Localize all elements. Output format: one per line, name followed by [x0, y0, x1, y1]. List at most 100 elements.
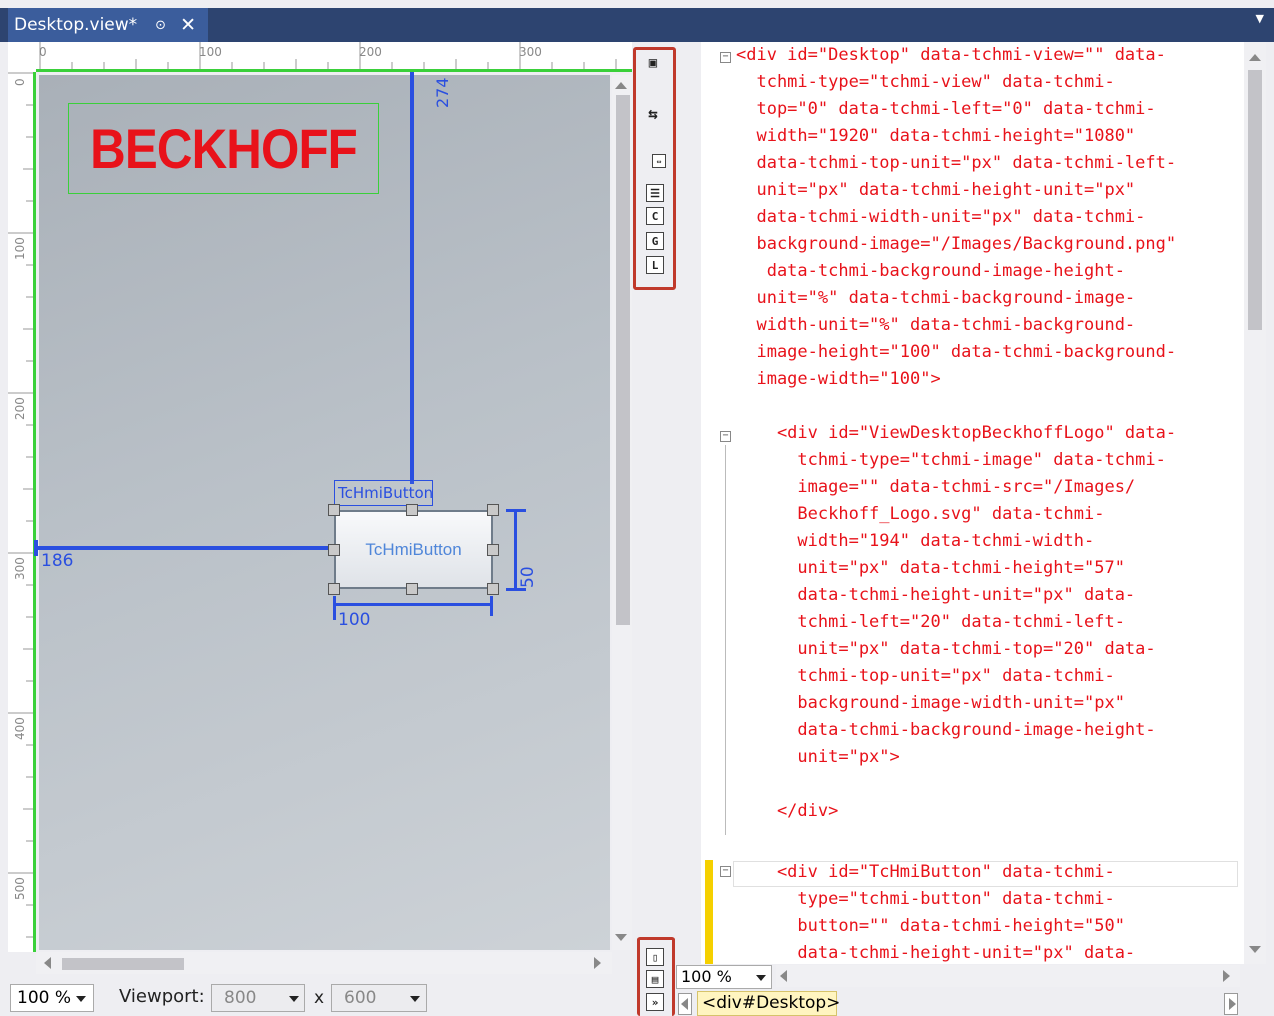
ruler-top-label: 0 — [39, 45, 47, 59]
code-line: data-tchmi-background-image-height- — [736, 261, 1125, 281]
scroll-left-icon — [681, 998, 688, 1010]
design-vertical-scroll-thumb[interactable] — [616, 95, 630, 625]
code-line: unit="%" data-tchmi-background-image- — [736, 288, 1136, 308]
design-zoom-value: 100 % — [17, 988, 72, 1008]
ruler-left: 0 100 200 300 400 500 — [8, 72, 36, 952]
scroll-up-icon[interactable] — [1249, 54, 1261, 61]
code-line: <div id="TcHmiButton" data-tchmi- — [736, 862, 1115, 882]
change-marker — [705, 860, 713, 964]
code-line: data-tchmi-height-unit="px" data- — [736, 585, 1136, 605]
code-zoom-value: 100 % — [681, 967, 732, 986]
code-line: tchmi-type="tchmi-view" data-tchmi- — [736, 72, 1115, 92]
code-line: data-tchmi-background-image-height- — [736, 720, 1156, 740]
ruler-top-label: 300 — [519, 45, 542, 59]
code-vertical-scroll-thumb[interactable] — [1248, 70, 1262, 330]
code-line: unit="px" data-tchmi-height-unit="px" — [736, 180, 1136, 200]
fold-guide — [725, 445, 726, 835]
ruler-top-label: 200 — [359, 45, 382, 59]
code-line: data-tchmi-top-unit="px" data-tchmi-left… — [736, 153, 1177, 173]
code-line: width="1920" data-tchmi-height="1080" — [736, 126, 1136, 146]
resize-handle[interactable] — [328, 583, 340, 595]
breadcrumb[interactable]: <div#Desktop> — [697, 991, 841, 1016]
viewport-label: Viewport: — [119, 986, 205, 1007]
resize-handle[interactable] — [487, 504, 499, 516]
ruler-left-label: 400 — [13, 717, 27, 740]
tab-title: Desktop.view* — [14, 15, 138, 35]
code-line: width="194" data-tchmi-width- — [736, 531, 1095, 551]
tchmi-button-control[interactable]: TcHmiButton — [334, 510, 493, 589]
code-line: </div> — [736, 801, 839, 821]
design-canvas[interactable] — [39, 75, 610, 950]
ruler-top-label: 100 — [199, 45, 222, 59]
ruler-left-label: 0 — [13, 78, 27, 86]
chevron-down-icon[interactable] — [410, 996, 420, 1002]
width-guide-cap — [490, 596, 493, 616]
code-line: background-image="/Images/Background.png… — [736, 234, 1177, 254]
chevron-down-icon[interactable] — [289, 996, 299, 1002]
code-line: tchmi-top-unit="px" data-tchmi- — [736, 666, 1115, 686]
code-line: top="0" data-tchmi-left="0" data-tchmi- — [736, 99, 1156, 119]
code-line: image="" data-tchmi-src="/Images/ — [736, 477, 1136, 497]
beckhoff-logo[interactable]: BECKHOFF — [68, 103, 379, 194]
ruler-left-ticks — [8, 72, 33, 938]
code-horizontal-scrollbar[interactable] — [776, 965, 1240, 987]
ruler-top-ticks — [39, 42, 617, 69]
code-line: type="tchmi-button" data-tchmi- — [736, 889, 1115, 909]
viewport-width-value: 800 — [224, 988, 257, 1008]
code-line: <div id="ViewDesktopBeckhoffLogo" data- — [736, 423, 1177, 443]
close-icon[interactable]: ✕ — [180, 14, 196, 36]
code-line: Beckhoff_Logo.svg" data-tchmi- — [736, 504, 1105, 524]
height-guide-cap — [506, 588, 526, 591]
scroll-left-icon[interactable] — [44, 957, 51, 969]
code-gutter — [701, 42, 731, 964]
code-line: tchmi-left="20" data-tchmi-left- — [736, 612, 1125, 632]
width-guide — [333, 603, 493, 606]
code-line: unit="px"> — [736, 747, 900, 767]
scroll-down-icon[interactable] — [1249, 946, 1261, 953]
fold-toggle-icon[interactable]: − — [720, 431, 731, 442]
top-distance-label: 274 — [433, 77, 452, 108]
scroll-right-icon[interactable] — [594, 957, 601, 969]
pin-icon[interactable]: ⊙ — [155, 18, 166, 33]
top-strip — [0, 0, 1274, 8]
ruler-corner — [8, 42, 36, 72]
tab-dropdown-icon[interactable]: ▼ — [1256, 12, 1264, 25]
ruler-left-label: 300 — [13, 557, 27, 580]
width-guide-cap — [333, 596, 336, 620]
resize-handle[interactable] — [487, 583, 499, 595]
code-line: unit="px" data-tchmi-top="20" data- — [736, 639, 1156, 659]
code-line: data-tchmi-width-unit="px" data-tchmi- — [736, 207, 1146, 227]
resize-handle[interactable] — [487, 544, 499, 556]
height-guide-cap — [506, 509, 526, 512]
code-line: image-width="100"> — [736, 369, 941, 389]
code-line: button="" data-tchmi-height="50" — [736, 916, 1125, 936]
resize-handle[interactable] — [328, 504, 340, 516]
code-line: tchmi-type="tchmi-image" data-tchmi- — [736, 450, 1166, 470]
scroll-right-icon[interactable] — [1223, 970, 1230, 982]
code-line: image-height="100" data-tchmi-background… — [736, 342, 1177, 362]
design-horizontal-scroll-thumb[interactable] — [62, 958, 184, 970]
ruler-left-label: 100 — [13, 237, 27, 260]
chevron-down-icon[interactable] — [76, 996, 86, 1002]
code-line: background-image-width-unit="px" — [736, 693, 1125, 713]
height-guide — [514, 510, 517, 590]
viewport-height-value: 600 — [344, 988, 377, 1008]
resize-handle[interactable] — [406, 583, 418, 595]
fold-toggle-icon[interactable]: − — [720, 52, 731, 63]
fold-toggle-icon[interactable]: − — [720, 866, 731, 877]
left-distance-label: 186 — [41, 551, 74, 571]
scroll-left-icon[interactable] — [780, 970, 787, 982]
resize-handle[interactable] — [406, 504, 418, 516]
scroll-down-icon[interactable] — [615, 934, 627, 941]
code-line: <div id="Desktop" data-tchmi-view="" dat… — [736, 45, 1166, 65]
chevron-down-icon[interactable] — [756, 975, 766, 981]
scroll-right-icon — [1229, 998, 1236, 1010]
button-caption: TcHmiButton — [365, 539, 462, 559]
tab-desktop-view[interactable]: Desktop.view* ⊙ ✕ — [8, 8, 208, 42]
breadcrumb-label: <div#Desktop> — [702, 993, 841, 1013]
code-line: unit="px" data-tchmi-height="57" — [736, 558, 1125, 578]
viewport-separator: x — [314, 988, 325, 1008]
logo-text: BECKHOFF — [90, 117, 358, 180]
scroll-up-icon[interactable] — [615, 82, 627, 89]
resize-handle[interactable] — [328, 544, 340, 556]
